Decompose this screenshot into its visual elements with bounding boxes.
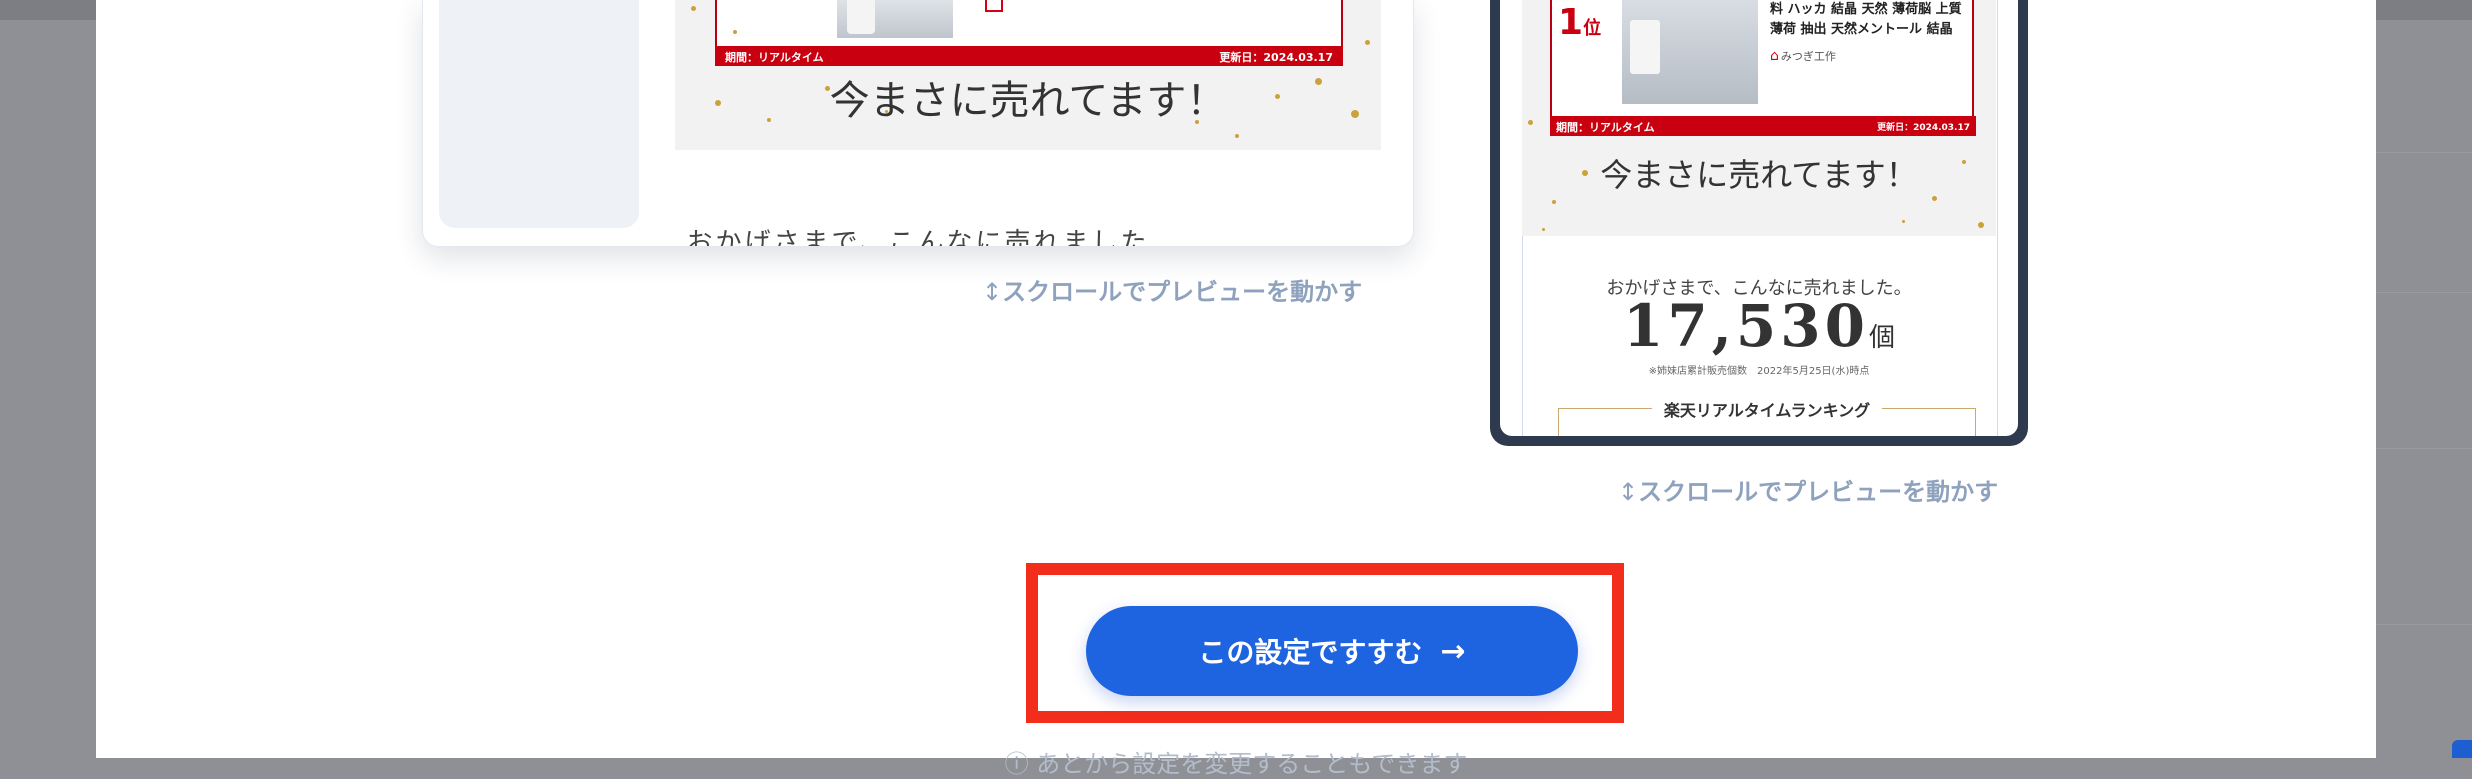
footer-note: ⓘ あとから設定を変更することもできます: [1004, 750, 1468, 778]
shop-name: みつぎ工作: [1770, 48, 1836, 64]
glitter-dot: [825, 86, 830, 91]
rank-updated: 更新日：2024.03.17: [1219, 51, 1333, 64]
glitter-dot: [1275, 94, 1280, 99]
glitter-dot: [885, 110, 888, 113]
vertical-arrows-icon: ↕: [1618, 478, 1639, 506]
sold-count-number: 17,530: [1623, 292, 1869, 360]
glitter-dot: [767, 118, 771, 122]
sold-count-unit: 個: [1868, 323, 1895, 353]
rank-updated: 更新日：2024.03.17: [1877, 123, 1970, 133]
glitter-dot: [1902, 220, 1905, 223]
shop-icon: [985, 0, 1003, 12]
proceed-button[interactable]: この設定ですすむ →: [1086, 606, 1578, 696]
realtime-ranking-box: 楽天リアルタイムランキング: [1558, 397, 1976, 436]
glitter-dot: [1582, 170, 1588, 176]
selling-now-title: 今まさに売れてます！: [1600, 156, 1918, 194]
backdrop-divider: [2372, 624, 2472, 625]
rank-period: 期間：リアルタイム: [1556, 121, 1655, 134]
rank-position: 1位: [1558, 2, 1601, 43]
arrow-right-icon: →: [1440, 633, 1466, 669]
glitter-dot: [1365, 40, 1370, 45]
rank-period: 期間：リアルタイム: [725, 51, 824, 64]
product-thumbnail: [1622, 0, 1758, 104]
rank-item: 1位 料 ハッカ 結晶 天然 薄荷脳 上質 薄荷 抽出 天然メントール 結晶 L…: [1550, 0, 1974, 120]
product-thumbnail: [837, 0, 953, 38]
vertical-arrows-icon: ↕: [982, 278, 1003, 306]
glitter-dot: [1195, 120, 1199, 124]
sold-message: おかげさまで、こんなに売れました: [686, 228, 1150, 247]
backdrop-badge: [2452, 740, 2472, 758]
backdrop-divider: [2372, 448, 2472, 449]
sold-count: 17,530個: [1500, 292, 2018, 360]
product-description: 料 ハッカ 結晶 天然 薄荷脳 上質 薄荷 抽出 天然メントール 結晶 L…: [1770, 2, 1962, 37]
desktop-scroll-hint: ↕スクロールでプレビューを動かす: [982, 272, 1362, 307]
glitter-dot: [1962, 160, 1966, 164]
rank-info-bar: 期間：リアルタイム 更新日：2024.03.17: [715, 46, 1343, 66]
settings-modal: 期間：リアルタイム 更新日：2024.03.17 今まさに売れてます！ おかげさ…: [96, 0, 2376, 778]
glitter-dot: [1932, 196, 1937, 201]
scroll-hint-label: スクロールでプレビューを動かす: [1002, 278, 1363, 306]
glitter-dot: [691, 6, 696, 11]
rank-number: 1: [1558, 2, 1584, 43]
rank-item: [715, 0, 1343, 50]
glitter-dot: [1351, 110, 1359, 118]
proceed-button-label: この設定ですすむ: [1198, 636, 1423, 669]
mobile-preview-screen: 1位 料 ハッカ 結晶 天然 薄荷脳 上質 薄荷 抽出 天然メントール 結晶 L…: [1500, 0, 2018, 436]
mobile-preview[interactable]: 1位 料 ハッカ 結晶 天然 薄荷脳 上質 薄荷 抽出 天然メントール 結晶 L…: [1490, 0, 2028, 446]
backdrop-divider: [2372, 152, 2472, 153]
glitter-dot: [1542, 228, 1545, 231]
rank-unit: 位: [1583, 18, 1602, 39]
realtime-ranking-title: 楽天リアルタイムランキング: [1651, 397, 1883, 421]
backdrop-divider: [2372, 292, 2472, 293]
sold-note: ※姉妹店累計販売個数 2022年5月25日(水)時点: [1648, 366, 1870, 377]
rank-info-bar: 期間：リアルタイム 更新日：2024.03.17: [1550, 116, 1976, 136]
ranking-banner: 期間：リアルタイム 更新日：2024.03.17 今まさに売れてます！: [675, 0, 1381, 150]
mobile-ranking-banner: 1位 料 ハッカ 結晶 天然 薄荷脳 上質 薄荷 抽出 天然メントール 結晶 L…: [1522, 0, 1996, 236]
glitter-dot: [733, 30, 737, 34]
glitter-dot: [1315, 78, 1322, 85]
mobile-scroll-hint: ↕スクロールでプレビューを動かす: [1618, 472, 1998, 507]
desktop-preview[interactable]: 期間：リアルタイム 更新日：2024.03.17 今まさに売れてます！ おかげさ…: [422, 0, 1414, 247]
glitter-dot: [715, 100, 721, 106]
glitter-dot: [1552, 200, 1556, 204]
glitter-dot: [1528, 120, 1533, 125]
glitter-dot: [1235, 134, 1239, 138]
scroll-hint-label: スクロールでプレビューを動かす: [1638, 478, 1999, 506]
glitter-dot: [1978, 222, 1984, 228]
desktop-preview-sidebar: [439, 0, 639, 228]
